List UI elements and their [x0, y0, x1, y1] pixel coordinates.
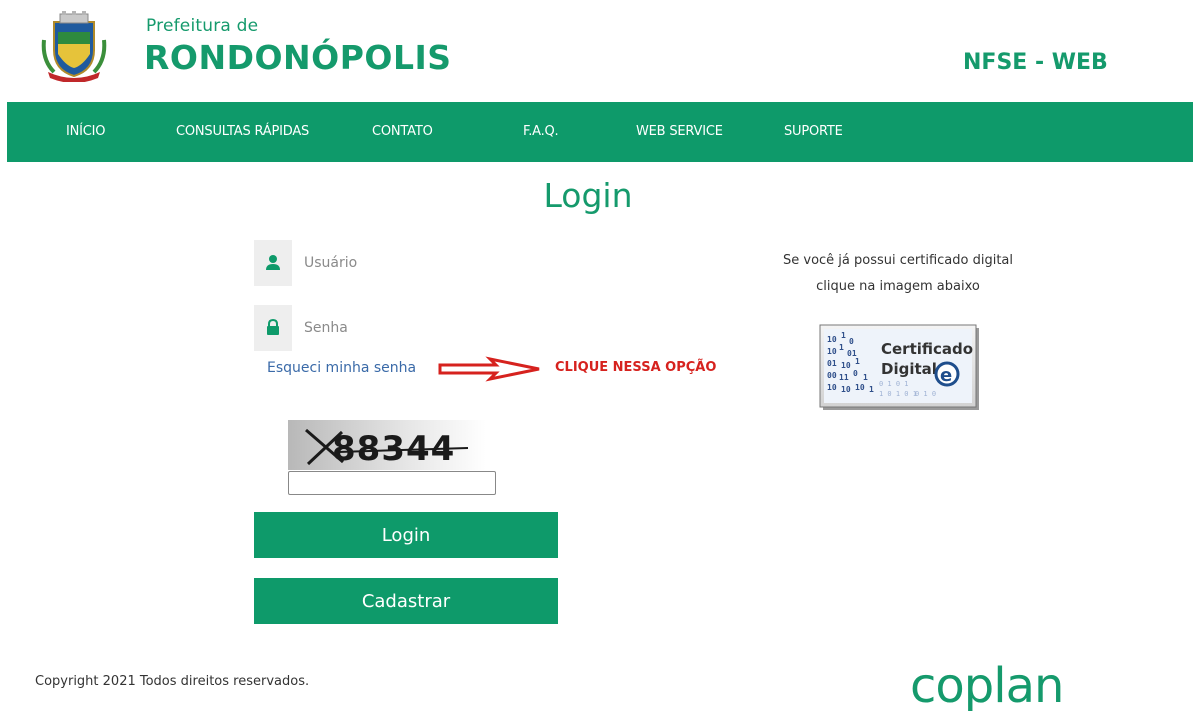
- brand-subtitle: Prefeitura de: [146, 16, 259, 36]
- annotation-hint: CLIQUE NESSA OPÇÃO: [555, 360, 717, 375]
- svg-text:10: 10: [855, 383, 865, 392]
- svg-text:1: 1: [863, 373, 868, 382]
- svg-text:00: 00: [827, 371, 837, 380]
- system-name: NFSE - WEB: [963, 50, 1108, 75]
- certificate-e-badge: e: [940, 365, 952, 386]
- username-input[interactable]: [292, 240, 566, 286]
- register-button[interactable]: Cadastrar: [254, 578, 558, 624]
- forgot-password-link[interactable]: Esqueci minha senha: [267, 360, 416, 376]
- svg-text:1 0 1 0 1: 1 0 1 0 1: [879, 390, 917, 398]
- brand-title: RONDONÓPOLIS: [144, 38, 452, 77]
- svg-text:0: 0: [849, 337, 854, 346]
- svg-text:1: 1: [855, 357, 860, 366]
- svg-text:1: 1: [839, 343, 844, 352]
- svg-text:10: 10: [827, 383, 837, 392]
- svg-text:10: 10: [841, 361, 851, 370]
- password-input[interactable]: [292, 305, 566, 351]
- svg-text:0: 0: [853, 369, 858, 378]
- username-field: [254, 240, 566, 286]
- captcha-input[interactable]: [288, 471, 496, 495]
- coplan-logo: coplan: [910, 658, 1064, 711]
- certificate-text-line1: Se você já possui certificado digital: [783, 253, 1013, 268]
- password-field: [254, 305, 566, 351]
- svg-text:0 1 0: 0 1 0: [915, 390, 936, 398]
- nav-item-suporte[interactable]: SUPORTE: [784, 124, 843, 139]
- certificate-img-word2: Digital: [881, 360, 937, 378]
- svg-text:01: 01: [827, 359, 837, 368]
- user-icon: [266, 255, 280, 270]
- svg-text:10: 10: [827, 335, 837, 344]
- city-crest-logo: [41, 11, 107, 82]
- nav-item-web-service[interactable]: WEB SERVICE: [636, 124, 723, 139]
- svg-text:10: 10: [841, 385, 851, 394]
- captcha-image: 88344: [288, 420, 486, 470]
- certificate-img-word1: Certificado: [881, 340, 973, 358]
- nav-item-consultas-rapidas[interactable]: CONSULTAS RÁPIDAS: [176, 124, 309, 139]
- copyright-text: Copyright 2021 Todos direitos reservados…: [35, 674, 310, 689]
- nav-item-inicio[interactable]: INÍCIO: [66, 124, 106, 139]
- lock-icon: [267, 319, 279, 335]
- svg-text:1: 1: [869, 385, 874, 394]
- coplan-logo-text: coplan: [910, 658, 1063, 711]
- svg-text:0 1 0 1: 0 1 0 1: [879, 380, 909, 388]
- red-arrow-icon: [438, 356, 540, 382]
- certificate-instructions: Se você já possui certificado digital cl…: [760, 248, 1036, 300]
- certificate-text-line2: clique na imagem abaixo: [816, 279, 980, 294]
- nav-item-faq[interactable]: F.A.Q.: [523, 124, 559, 139]
- user-icon-box: [254, 240, 292, 286]
- svg-text:10: 10: [827, 347, 837, 356]
- nav-item-contato[interactable]: CONTATO: [372, 124, 433, 139]
- page-title: Login: [543, 176, 633, 215]
- main-nav: INÍCIO CONSULTAS RÁPIDAS CONTATO F.A.Q. …: [7, 102, 1193, 162]
- svg-text:1: 1: [841, 331, 846, 340]
- svg-text:11: 11: [839, 373, 849, 382]
- login-button[interactable]: Login: [254, 512, 558, 558]
- lock-icon-box: [254, 305, 292, 351]
- digital-certificate-button[interactable]: 10 10 10 101 01 10 1 00 11 0 1 10 10 10 1 0 1 0 11…: [819, 324, 981, 412]
